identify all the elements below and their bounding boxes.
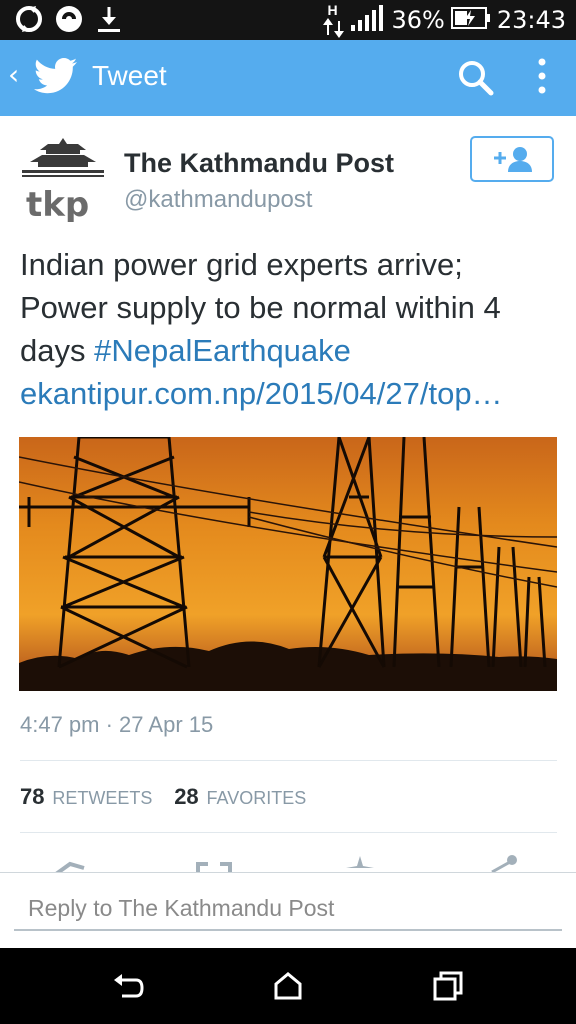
screen-title: Tweet	[92, 60, 167, 91]
tkp-logo: tkp	[22, 138, 104, 225]
divider	[20, 832, 557, 833]
author-handle[interactable]: @kathmandupost	[124, 186, 312, 214]
tweet-photo[interactable]	[19, 437, 557, 691]
divider	[20, 760, 557, 761]
tweet-text: Indian power grid experts arrive; Power …	[20, 243, 560, 415]
favorite-star-icon[interactable]	[344, 854, 376, 872]
avatar[interactable]: tkp	[20, 136, 106, 225]
battery-percent: 36%	[391, 6, 445, 34]
tweet-timestamp: 4:47 pm · 27 Apr 15	[20, 712, 214, 737]
data-arrows-icon: H	[323, 2, 345, 38]
battery-charging-icon	[450, 6, 491, 34]
retweet-icon[interactable]	[194, 854, 234, 872]
overflow-menu-icon[interactable]	[536, 56, 548, 101]
retweets-count[interactable]: 78	[20, 784, 44, 809]
favorites-count[interactable]: 28	[174, 784, 198, 809]
back-nav-icon[interactable]	[112, 970, 144, 1007]
retweets-label[interactable]: RETWEETS	[52, 788, 152, 808]
add-user-icon	[494, 147, 532, 172]
signal-bars-icon	[351, 4, 385, 36]
tweet-text-line: Indian power grid experts arrive;	[20, 247, 463, 282]
search-icon[interactable]	[458, 60, 494, 101]
android-nav-bar	[0, 948, 576, 1024]
recent-apps-icon[interactable]	[432, 970, 464, 1007]
clock: 23:43	[496, 6, 566, 34]
svg-text:tkp: tkp	[26, 185, 89, 222]
status-bar: H 36% 23:43	[0, 0, 576, 40]
tweet-text-line: days #NepalEarthquake	[20, 329, 560, 372]
tweet-text-line: Power supply to be normal within 4	[20, 290, 501, 325]
action-bar: ‹ Tweet	[0, 40, 576, 116]
share-icon[interactable]	[488, 854, 520, 872]
author-name[interactable]: The Kathmandu Post	[124, 148, 394, 179]
reply-bar: Reply to The Kathmandu Post	[0, 872, 576, 949]
sync-icon	[14, 4, 44, 39]
twitter-bird-icon[interactable]	[33, 58, 78, 99]
reply-input[interactable]: Reply to The Kathmandu Post	[14, 895, 562, 931]
home-nav-icon[interactable]	[272, 970, 304, 1007]
tweet-text-fragment: days	[20, 333, 95, 368]
network-type-label: H	[327, 2, 338, 18]
circular-app-icon	[54, 4, 84, 39]
hashtag-link[interactable]: #NepalEarthquake	[94, 333, 351, 368]
reply-icon[interactable]	[54, 854, 86, 872]
power-lines-sunset-image	[19, 437, 557, 691]
back-chevron-icon[interactable]: ‹	[8, 58, 19, 91]
follow-button[interactable]	[470, 136, 554, 182]
url-link[interactable]: ekantipur.com.np/2015/04/27/top…	[20, 372, 560, 415]
tweet-stats: 78 RETWEETS 28 FAVORITES	[20, 784, 322, 810]
favorites-label[interactable]: FAVORITES	[207, 788, 307, 808]
tweet-actions-strip	[0, 846, 576, 872]
download-icon	[94, 4, 124, 39]
